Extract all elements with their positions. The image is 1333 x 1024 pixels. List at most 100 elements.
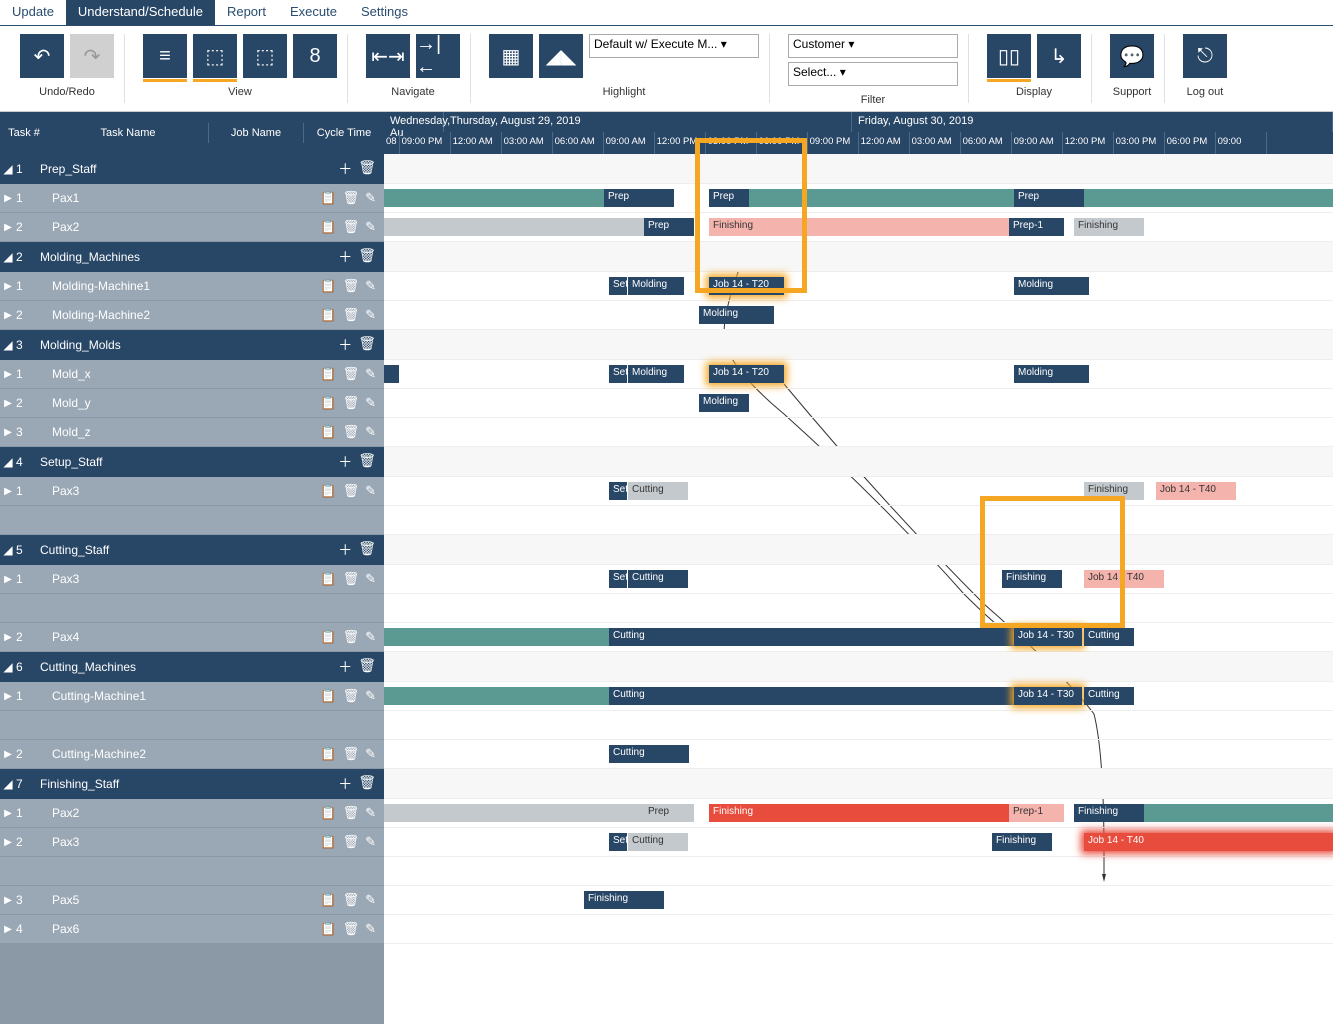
gantt-row[interactable]: Molding [384,389,1333,418]
task-bar[interactable]: Job 14 - T20 [709,277,784,295]
expand-icon[interactable]: ▶ [0,837,16,848]
edit-icon[interactable]: ✎ [365,571,376,587]
expand-icon[interactable]: ▶ [0,749,16,760]
expand-icon[interactable]: ▶ [0,427,16,438]
edit-icon[interactable]: ✎ [365,278,376,294]
row-Pax3[interactable]: ▶1Pax3📋🗑✎ [0,477,384,506]
edit-icon[interactable]: ✎ [365,892,376,908]
gantt-row[interactable]: PrepFinishingPrep-1Finishing [384,213,1333,242]
task-bar[interactable]: Job 14 - T30 [1014,687,1082,705]
edit-icon[interactable]: ✎ [365,307,376,323]
nav-report[interactable]: Report [215,0,278,25]
task-bar[interactable]: Set [609,277,627,295]
gantt-row[interactable] [384,447,1333,477]
grid-button[interactable]: ▦ [489,34,533,78]
gantt-row[interactable] [384,154,1333,184]
delete-icon[interactable]: 🗑 [343,190,360,206]
edit-icon[interactable]: ✎ [365,483,376,499]
delete-icon[interactable]: 🗑 [343,805,360,821]
edit-icon[interactable]: ✎ [365,629,376,645]
task-bar[interactable]: Prep [644,218,694,236]
copy-icon[interactable]: 📋 [320,366,336,382]
gantt-row[interactable]: SetCuttingFinishingJob 14 - T40 [384,565,1333,594]
edit-icon[interactable]: ✎ [365,190,376,206]
row-Cutting-Machine2[interactable]: ▶2Cutting-Machine2📋🗑✎ [0,740,384,769]
expand-icon[interactable]: ▶ [0,486,16,497]
task-bar[interactable]: Finishing [1074,218,1144,236]
task-bar[interactable] [384,804,644,822]
nav-execute[interactable]: Execute [278,0,349,25]
delete-icon[interactable]: 🗑 [343,921,360,937]
task-bar[interactable] [384,365,399,383]
task-bar[interactable]: Molding [699,306,774,324]
support-button[interactable]: 💬 [1110,34,1154,78]
copy-icon[interactable]: 📋 [320,834,336,850]
gantt-row[interactable]: SetMoldingJob 14 - T20Molding [384,272,1333,301]
gantt-row[interactable] [384,535,1333,565]
delete-icon[interactable]: 🗑 [358,452,376,472]
gantt-row[interactable]: CuttingJob 14 - T30Cutting [384,682,1333,711]
delete-icon[interactable]: 🗑 [343,307,360,323]
delete-icon[interactable]: 🗑 [343,746,360,762]
task-bar[interactable] [384,628,609,646]
copy-icon[interactable]: 📋 [320,483,336,499]
nav-understand-schedule[interactable]: Understand/Schedule [66,0,215,25]
collapse-icon[interactable]: ◢ [0,338,16,352]
gantt-row[interactable]: Molding [384,301,1333,330]
task-bar[interactable]: Molding [1014,277,1089,295]
calendar-button[interactable]: 8 [293,34,337,78]
tent-button[interactable]: ◢◣ [539,34,583,78]
display2-button[interactable]: ↳ [1037,34,1081,78]
copy-icon[interactable]: 📋 [320,892,336,908]
task-bar[interactable]: Prep [604,189,674,207]
task-bar[interactable]: Job 14 - T40 [1084,570,1164,588]
task-bar[interactable]: Finishing [709,804,1009,822]
gantt-row[interactable]: PrepPrepPrep [384,184,1333,213]
expand-icon[interactable]: ▶ [0,895,16,906]
task-bar[interactable]: Job 14 - T30 [1014,628,1082,646]
delete-icon[interactable]: 🗑 [343,366,360,382]
edit-icon[interactable]: ✎ [365,688,376,704]
undo-button[interactable]: ↶ [20,34,64,78]
copy-icon[interactable]: 📋 [320,307,336,323]
task-bar[interactable]: Molding [699,394,749,412]
task-bar[interactable]: Cutting [1084,628,1134,646]
expand-icon[interactable]: ▶ [0,574,16,585]
gantt-row[interactable]: Cutting [384,740,1333,769]
delete-icon[interactable]: 🗑 [358,335,376,355]
row-Pax4[interactable]: ▶2Pax4📋🗑✎ [0,623,384,652]
copy-icon[interactable]: 📋 [320,424,336,440]
add-icon[interactable]: ＋ [338,774,352,794]
filter-type-select[interactable]: Customer ▾ [788,34,958,58]
task-bar[interactable]: Cutting [609,628,1014,646]
edit-icon[interactable]: ✎ [365,366,376,382]
group-Cutting_Machines[interactable]: ◢6Cutting_Machines＋🗑 [0,652,384,682]
gantt-row[interactable]: SetMoldingJob 14 - T20Molding [384,360,1333,389]
task-bar[interactable]: Set [609,833,627,851]
delete-icon[interactable]: 🗑 [343,278,360,294]
collapse-icon[interactable]: ◢ [0,660,16,674]
gantt-row[interactable]: PrepFinishingPrep-1Finishing [384,799,1333,828]
nav-settings[interactable]: Settings [349,0,420,25]
gantt-row[interactable] [384,330,1333,360]
fit-button[interactable]: ⇤⇥ [366,34,410,78]
add-icon[interactable]: ＋ [338,657,352,677]
copy-icon[interactable]: 📋 [320,629,336,645]
add-icon[interactable]: ＋ [338,159,352,179]
gantt-row[interactable] [384,769,1333,799]
delete-icon[interactable]: 🗑 [343,424,360,440]
collapse-icon[interactable]: ◢ [0,162,16,176]
row-Mold_z[interactable]: ▶3Mold_z📋🗑✎ [0,418,384,447]
task-bar[interactable]: Prep [709,189,749,207]
task-bar[interactable]: Prep-1 [1009,804,1064,822]
edit-icon[interactable]: ✎ [365,834,376,850]
expand-icon[interactable]: ▶ [0,222,16,233]
copy-icon[interactable]: 📋 [320,921,336,937]
task-bar[interactable]: Prep [644,804,694,822]
row-Pax2[interactable]: ▶2Pax2📋🗑✎ [0,213,384,242]
expand-icon[interactable]: ▶ [0,281,16,292]
copy-icon[interactable]: 📋 [320,278,336,294]
copy-icon[interactable]: 📋 [320,571,336,587]
highlight-mode-select[interactable]: Default w/ Execute M... ▾ [589,34,759,58]
task-bar[interactable]: Finishing [584,891,664,909]
